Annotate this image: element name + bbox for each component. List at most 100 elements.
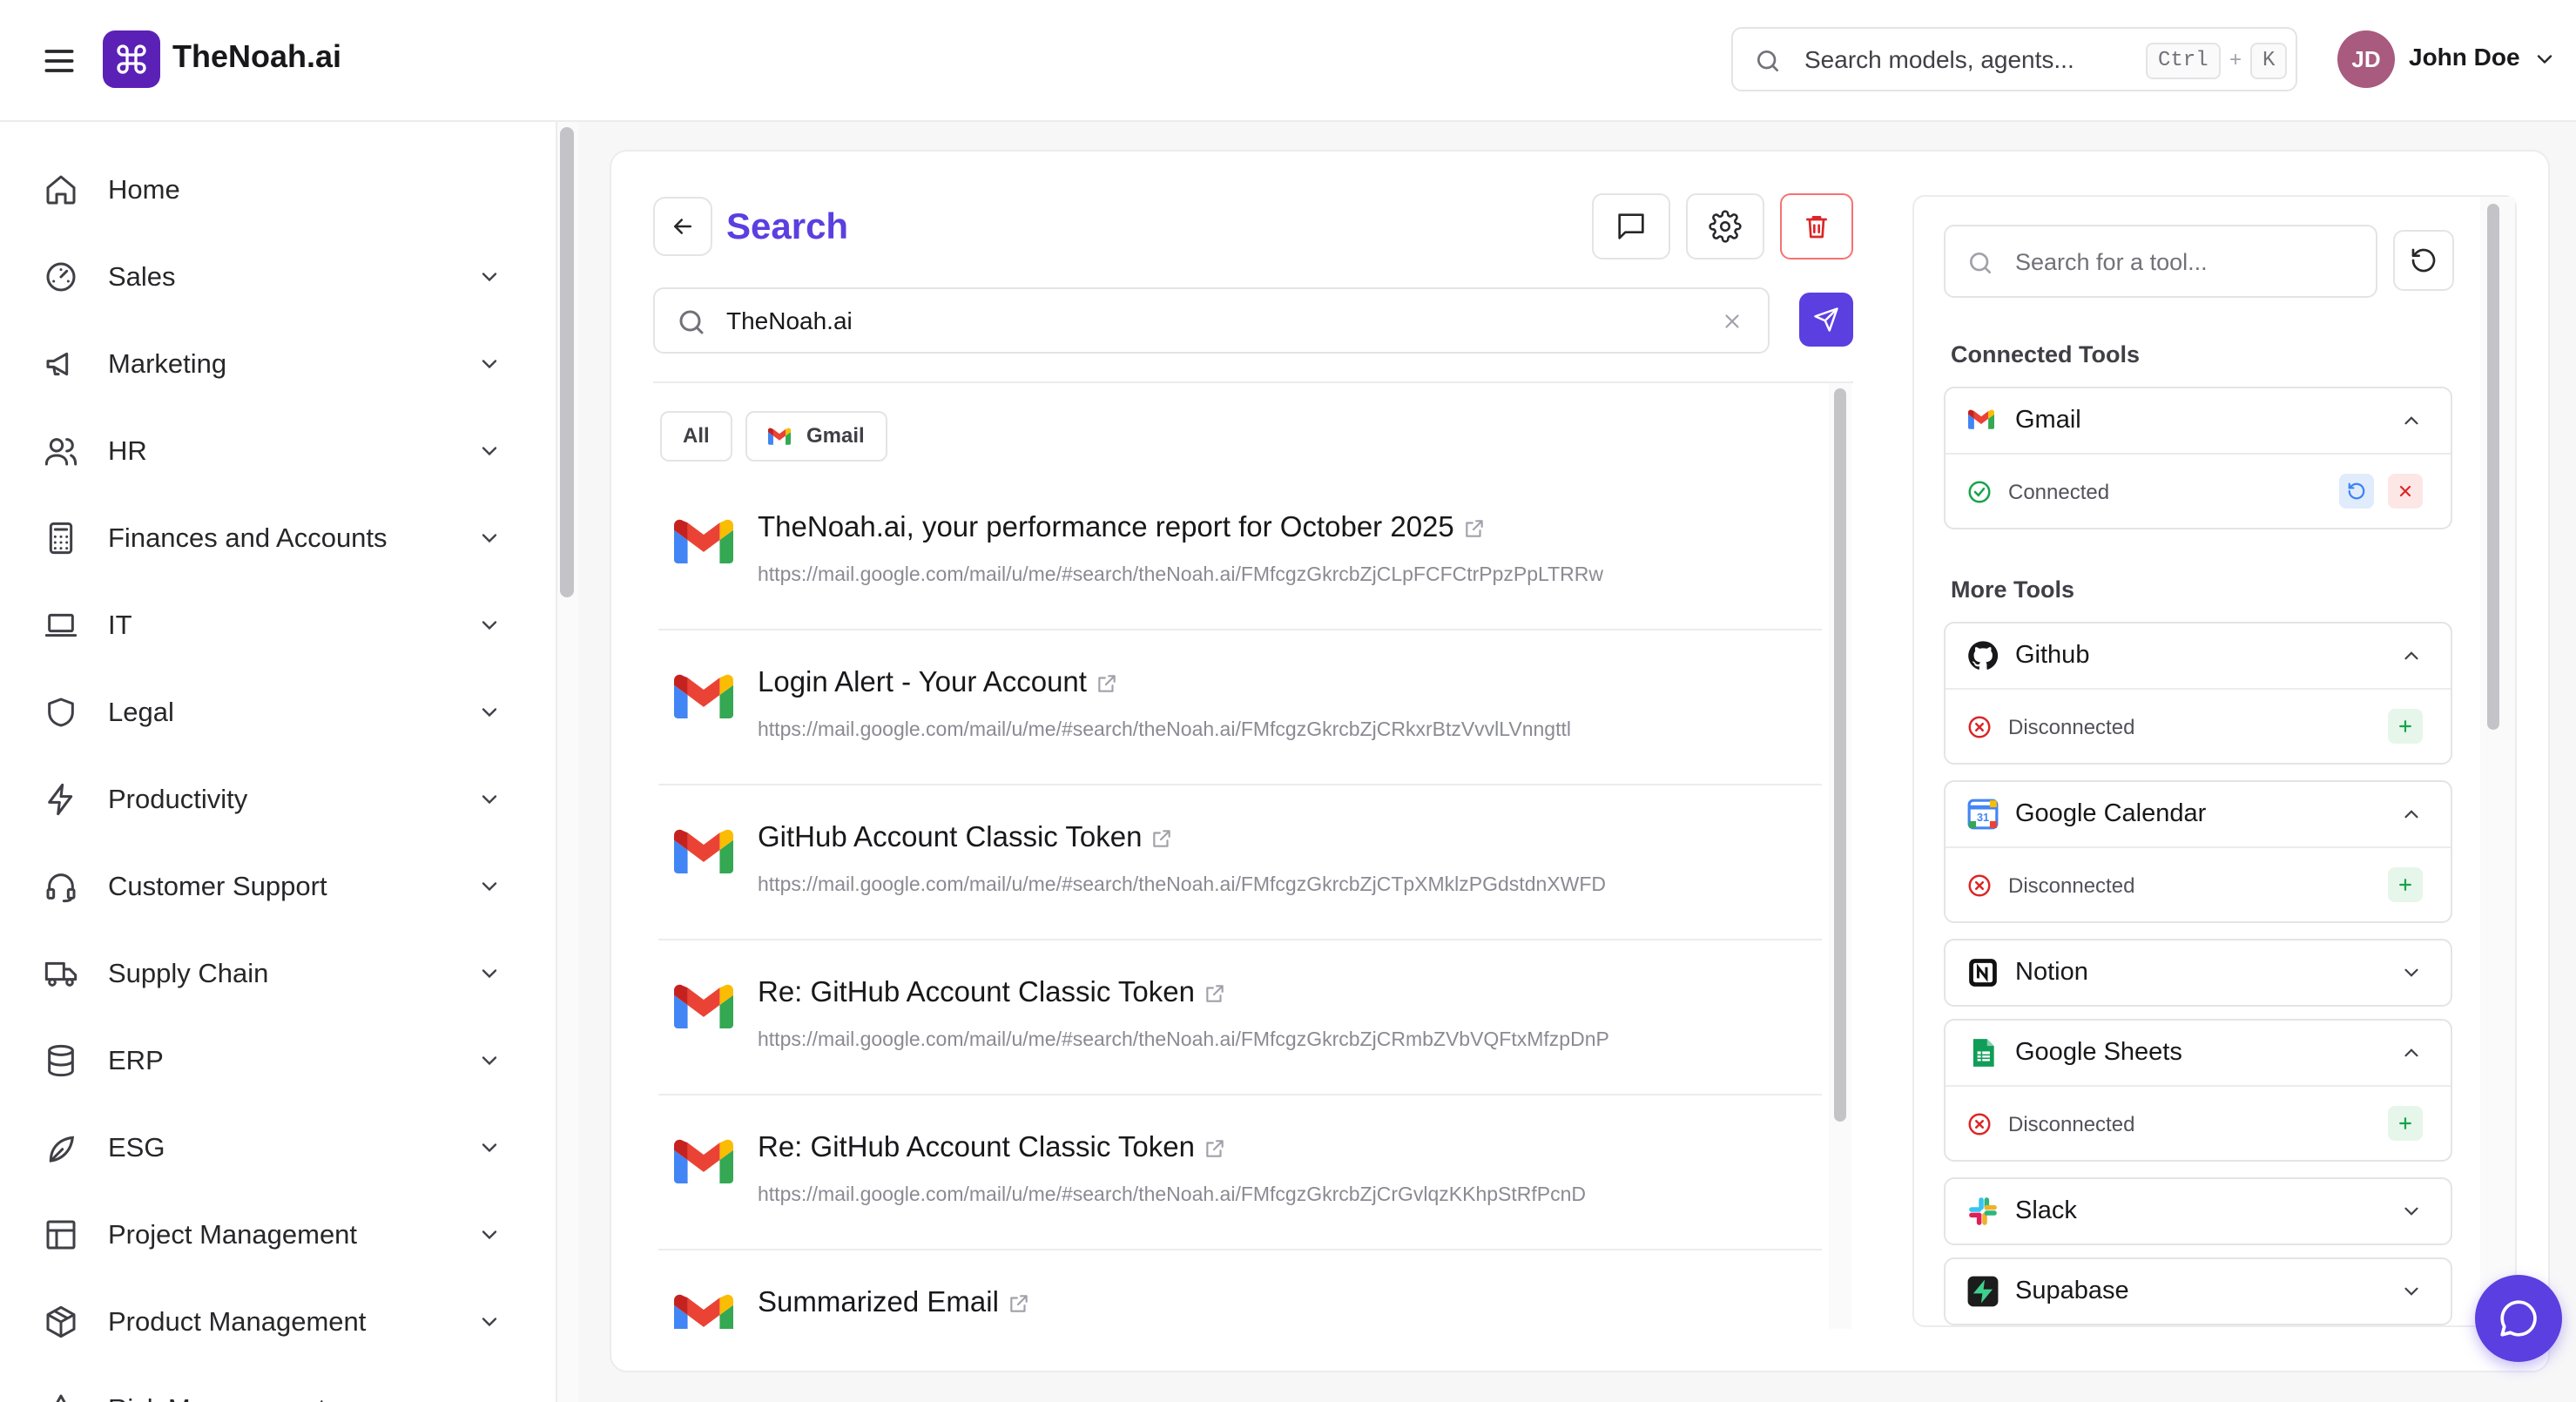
tool-card-body: Connected bbox=[1945, 453, 2451, 528]
tools-scrollbar[interactable] bbox=[2487, 204, 2499, 730]
chevron-down-icon[interactable] bbox=[2532, 47, 2557, 71]
search-result-item[interactable]: TheNoah.ai, your performance report for … bbox=[658, 475, 1822, 630]
delete-button[interactable] bbox=[1780, 193, 1853, 260]
home-icon bbox=[44, 172, 78, 207]
disconnect-button[interactable] bbox=[2388, 474, 2423, 509]
global-search[interactable]: Ctrl + K bbox=[1731, 27, 2297, 91]
chat-button[interactable] bbox=[1592, 193, 1670, 260]
sidebar-item-erp[interactable]: ERP bbox=[0, 1026, 556, 1095]
search-query-input[interactable] bbox=[725, 303, 1665, 340]
result-title[interactable]: Summarized Email bbox=[758, 1285, 1030, 1318]
sidebar-item-supply-chain[interactable]: Supply Chain bbox=[0, 939, 556, 1008]
shortcut-plus: + bbox=[2229, 48, 2242, 71]
sidebar-item-finances[interactable]: Finances and Accounts bbox=[0, 503, 556, 573]
sidebar-scrollbar[interactable] bbox=[560, 127, 574, 597]
chevron-down-icon[interactable] bbox=[2400, 1200, 2423, 1223]
tool-card-github: Github Disconnected bbox=[1944, 622, 2452, 765]
message-square-icon bbox=[1618, 213, 1644, 239]
external-link-icon[interactable] bbox=[1008, 1292, 1030, 1315]
sidebar-item-risk-management[interactable]: Risk Management bbox=[0, 1374, 556, 1402]
tool-card-header[interactable]: 31 Google Calendar bbox=[1945, 782, 2451, 846]
sidebar-item-label: ERP bbox=[108, 1045, 164, 1075]
tool-search-input[interactable] bbox=[2013, 244, 2362, 280]
chevron-up-icon[interactable] bbox=[2400, 409, 2423, 432]
chat-bubble-icon bbox=[2500, 1300, 2537, 1337]
external-link-icon[interactable] bbox=[1150, 827, 1173, 850]
tool-search[interactable] bbox=[1944, 225, 2377, 298]
sidebar-item-it[interactable]: IT bbox=[0, 590, 556, 660]
sidebar-item-productivity[interactable]: Productivity bbox=[0, 765, 556, 834]
search-result-item[interactable]: GitHub Account Classic Token https://mai… bbox=[658, 785, 1822, 940]
user-name[interactable]: John Doe bbox=[2409, 44, 2520, 71]
external-link-icon[interactable] bbox=[1204, 1137, 1226, 1160]
result-title[interactable]: GitHub Account Classic Token bbox=[758, 820, 1173, 853]
result-title[interactable]: TheNoah.ai, your performance report for … bbox=[758, 510, 1486, 543]
sidebar-item-project-management[interactable]: Project Management bbox=[0, 1200, 556, 1270]
google-sheets-icon bbox=[1966, 1036, 1999, 1069]
menu-icon[interactable] bbox=[40, 42, 78, 80]
tool-card-slack: Slack bbox=[1944, 1177, 2452, 1245]
sidebar-item-marketing[interactable]: Marketing bbox=[0, 329, 556, 399]
reconnect-button[interactable] bbox=[2339, 474, 2374, 509]
database-icon bbox=[44, 1043, 78, 1078]
result-url: https://mail.google.com/mail/u/me/#searc… bbox=[758, 563, 1604, 585]
tool-card-header[interactable]: Gmail bbox=[1945, 388, 2451, 453]
gmail-icon bbox=[674, 1294, 733, 1329]
filter-chip-all[interactable]: All bbox=[660, 411, 732, 462]
sidebar-item-customer-support[interactable]: Customer Support bbox=[0, 852, 556, 921]
gmail-icon bbox=[674, 519, 733, 563]
sidebar: Home Sales Marketing HR Finances and Acc… bbox=[0, 122, 557, 1402]
connect-button[interactable] bbox=[2388, 709, 2423, 744]
result-title[interactable]: Re: GitHub Account Classic Token bbox=[758, 1130, 1226, 1163]
external-link-icon[interactable] bbox=[1096, 672, 1118, 695]
chevron-down-icon[interactable] bbox=[2400, 961, 2423, 984]
global-search-input[interactable] bbox=[1803, 41, 2116, 79]
sidebar-item-esg[interactable]: ESG bbox=[0, 1113, 556, 1183]
svg-text:31: 31 bbox=[1977, 812, 1989, 824]
connect-button[interactable] bbox=[2388, 1106, 2423, 1141]
tool-card-header[interactable]: Github bbox=[1945, 623, 2451, 688]
chevron-up-icon[interactable] bbox=[2400, 1041, 2423, 1064]
search-result-item[interactable]: Re: GitHub Account Classic Token https:/… bbox=[658, 940, 1822, 1095]
search-result-item[interactable]: Login Alert - Your Account https://mail.… bbox=[658, 630, 1822, 785]
chevron-down-icon[interactable] bbox=[2400, 1280, 2423, 1303]
external-link-icon[interactable] bbox=[1204, 982, 1226, 1005]
brand-logo[interactable] bbox=[103, 30, 160, 88]
sidebar-item-label: Supply Chain bbox=[108, 958, 269, 988]
refresh-tools-button[interactable] bbox=[2393, 230, 2454, 291]
send-button[interactable] bbox=[1799, 293, 1853, 347]
settings-button[interactable] bbox=[1686, 193, 1764, 260]
external-link-icon[interactable] bbox=[1463, 517, 1486, 540]
results-scrollbar[interactable] bbox=[1834, 388, 1846, 1122]
filter-chip-label: Gmail bbox=[806, 424, 865, 448]
chevron-up-icon[interactable] bbox=[2400, 803, 2423, 826]
result-title[interactable]: Re: GitHub Account Classic Token bbox=[758, 975, 1226, 1008]
filter-chip-gmail[interactable]: Gmail bbox=[745, 411, 887, 462]
sidebar-item-legal[interactable]: Legal bbox=[0, 677, 556, 747]
chevron-down-icon bbox=[477, 439, 502, 463]
user-avatar[interactable]: JD bbox=[2337, 30, 2395, 88]
sidebar-item-product-management[interactable]: Product Management bbox=[0, 1287, 556, 1357]
result-url: https://mail.google.com/mail/u/me/#searc… bbox=[758, 1183, 1587, 1205]
close-icon bbox=[2399, 485, 2411, 497]
sidebar-item-sales[interactable]: Sales bbox=[0, 242, 556, 312]
sidebar-item-hr[interactable]: HR bbox=[0, 416, 556, 486]
tool-name: Github bbox=[2015, 641, 2090, 669]
search-query-box[interactable] bbox=[653, 287, 1770, 354]
search-result-item[interactable]: Summarized Email bbox=[658, 1250, 1822, 1329]
tool-card-header[interactable]: Notion bbox=[1945, 940, 2451, 1005]
tool-card-header[interactable]: Slack bbox=[1945, 1179, 2451, 1244]
back-button[interactable] bbox=[653, 197, 712, 256]
chevron-up-icon[interactable] bbox=[2400, 644, 2423, 667]
result-title[interactable]: Login Alert - Your Account bbox=[758, 665, 1118, 698]
chat-assistant-button[interactable] bbox=[2475, 1275, 2562, 1362]
refresh-icon bbox=[2348, 482, 2365, 500]
brand-name[interactable]: TheNoah.ai bbox=[172, 38, 341, 75]
tool-card-header[interactable]: Google Sheets bbox=[1945, 1021, 2451, 1085]
close-icon[interactable] bbox=[1721, 310, 1743, 333]
search-result-item[interactable]: Re: GitHub Account Classic Token https:/… bbox=[658, 1095, 1822, 1250]
connect-button[interactable] bbox=[2388, 867, 2423, 902]
sidebar-item-home[interactable]: Home bbox=[0, 155, 556, 225]
result-url: https://mail.google.com/mail/u/me/#searc… bbox=[758, 1028, 1609, 1050]
tool-card-header[interactable]: Supabase bbox=[1945, 1259, 2451, 1324]
